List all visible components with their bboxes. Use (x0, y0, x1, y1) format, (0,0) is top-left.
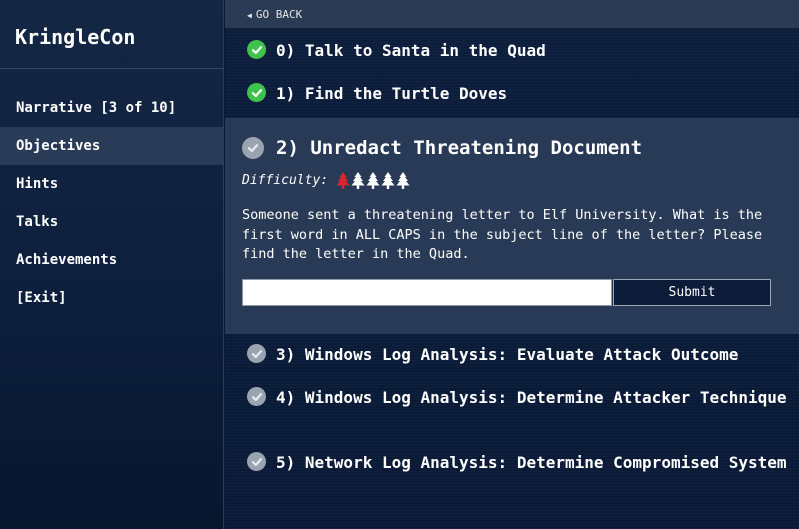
objectives-panel: ◀ GO BACK 0) Talk to Santa in the Quad 1)… (225, 0, 799, 529)
go-back-button[interactable]: ◀ GO BACK (225, 0, 799, 28)
active-objective-panel: 2) Unredact Threatening Document Difficu… (225, 118, 799, 334)
sidebar-nav: Narrative [3 of 10] Objectives Hints Tal… (0, 89, 223, 317)
check-incomplete-icon (247, 344, 266, 363)
app-brand: KringleCon (0, 0, 223, 69)
objective-title: 5) Network Log Analysis: Determine Compr… (276, 453, 787, 472)
objective-item-4[interactable]: 4) Windows Log Analysis: Determine Attac… (247, 387, 792, 409)
objective-item-0[interactable]: 0) Talk to Santa in the Quad (247, 40, 546, 62)
tree-empty-icon (351, 172, 365, 189)
back-arrow-icon: ◀ (247, 11, 252, 20)
sidebar-item-objectives[interactable]: Objectives (0, 127, 223, 165)
objective-title: 4) Windows Log Analysis: Determine Attac… (276, 388, 787, 407)
objective-item-5[interactable]: 5) Network Log Analysis: Determine Compr… (247, 452, 792, 474)
tree-empty-icon (366, 172, 380, 189)
tree-empty-icon (396, 172, 410, 189)
objective-title: 3) Windows Log Analysis: Evaluate Attack… (276, 345, 739, 364)
difficulty-label: Difficulty: (242, 173, 329, 188)
sidebar-item-achievements[interactable]: Achievements (0, 241, 223, 279)
submit-button[interactable]: Submit (613, 279, 771, 306)
objective-item-3[interactable]: 3) Windows Log Analysis: Evaluate Attack… (247, 344, 738, 366)
check-incomplete-icon (242, 137, 264, 159)
objective-title: 1) Find the Turtle Doves (276, 84, 508, 103)
check-incomplete-icon (247, 387, 266, 406)
sidebar: KringleCon Narrative [3 of 10] Objective… (0, 0, 224, 529)
objective-item-1[interactable]: 1) Find the Turtle Doves (247, 83, 507, 105)
objective-title: 0) Talk to Santa in the Quad (276, 41, 546, 60)
sidebar-item-narrative[interactable]: Narrative [3 of 10] (0, 89, 223, 127)
objective-title: 2) Unredact Threatening Document (276, 137, 643, 159)
check-complete-icon (247, 83, 266, 102)
check-incomplete-icon (247, 452, 266, 471)
difficulty-rating: Difficulty: (242, 172, 411, 189)
tree-empty-icon (381, 172, 395, 189)
tree-filled-icon (336, 172, 350, 189)
answer-input[interactable] (242, 279, 612, 306)
check-complete-icon (247, 40, 266, 59)
objective-description: Someone sent a threatening letter to Elf… (242, 207, 763, 262)
active-objective-title[interactable]: 2) Unredact Threatening Document (242, 137, 642, 159)
sidebar-item-talks[interactable]: Talks (0, 203, 223, 241)
go-back-label: GO BACK (255, 8, 303, 21)
sidebar-item-exit[interactable]: [Exit] (0, 279, 223, 317)
difficulty-trees (336, 172, 411, 189)
sidebar-item-hints[interactable]: Hints (0, 165, 223, 203)
